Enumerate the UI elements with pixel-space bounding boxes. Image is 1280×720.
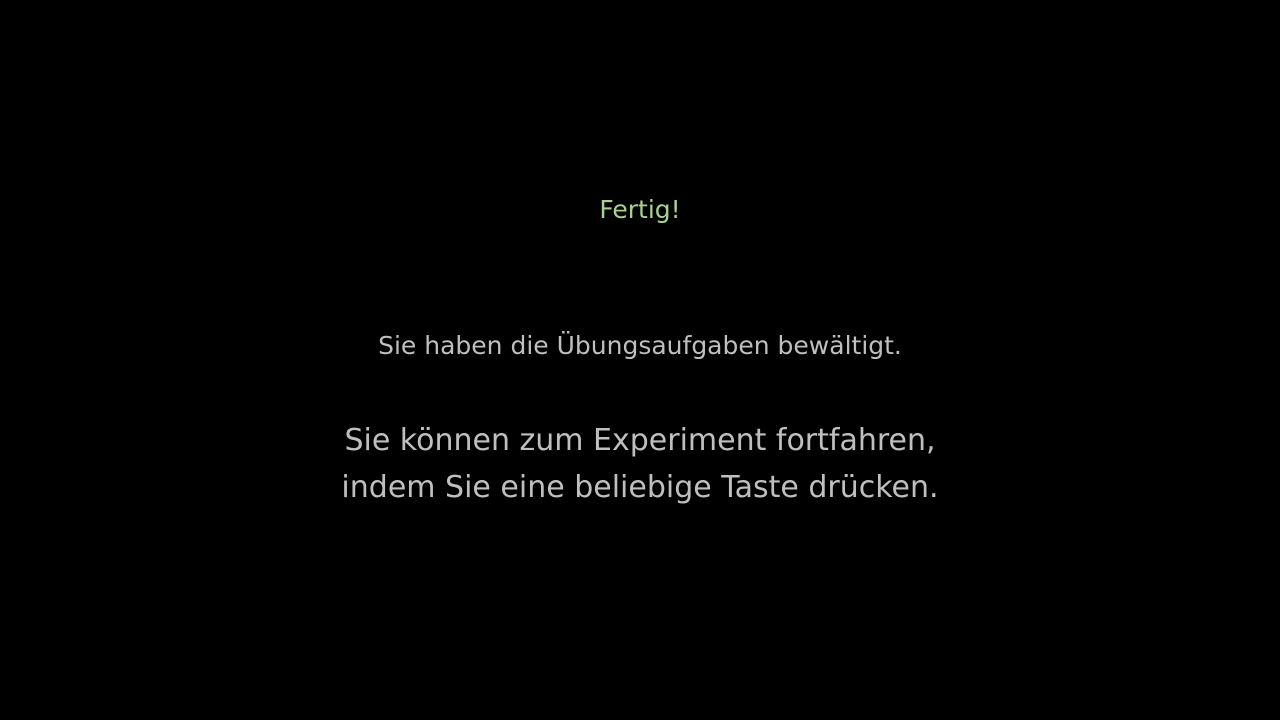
continue-instruction-line-2: indem Sie eine beliebige Taste drücken. <box>341 470 939 505</box>
page-title: Fertig! <box>599 195 681 224</box>
completion-screen[interactable]: Fertig! Sie haben die Übungsaufgaben bew… <box>0 0 1280 720</box>
practice-complete-message: Sie haben die Übungsaufgaben bewältigt. <box>378 331 902 360</box>
continue-instruction-line-1: Sie können zum Experiment fortfahren, <box>344 423 936 458</box>
continue-instruction: Sie können zum Experiment fortfahren, in… <box>0 417 1280 511</box>
